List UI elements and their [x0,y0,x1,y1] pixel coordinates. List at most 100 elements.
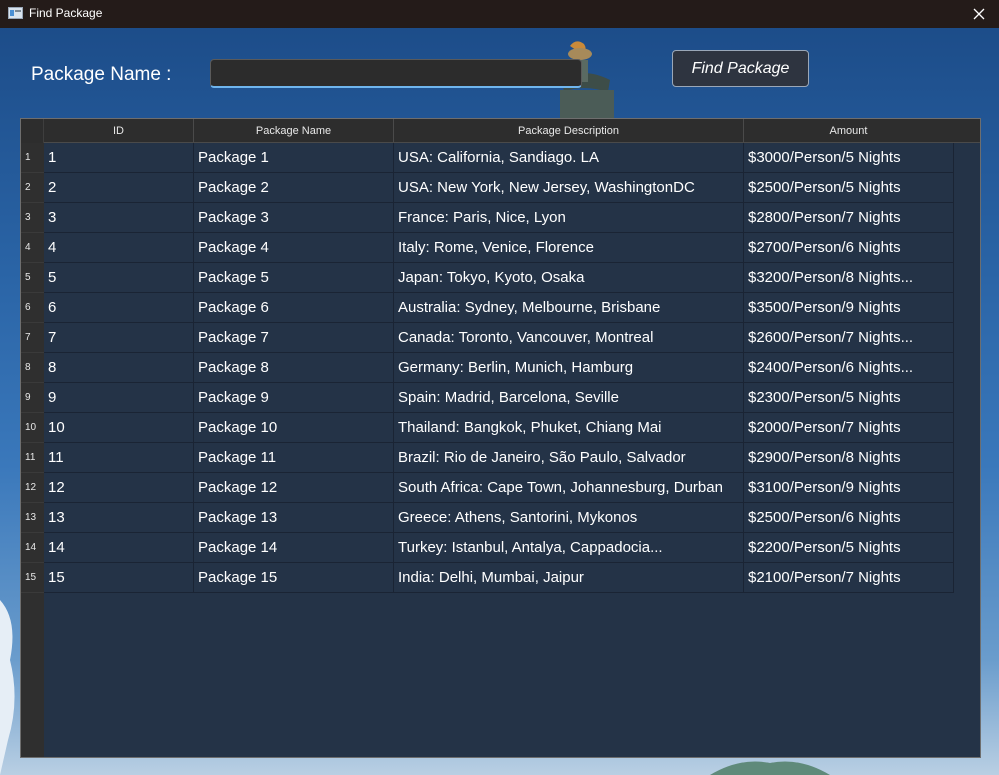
cell-id[interactable]: 6 [44,293,194,323]
cell-package-name[interactable]: Package 6 [194,293,394,323]
cell-amount[interactable]: $2100/Person/7 Nights [744,563,954,593]
row-number[interactable]: 3 [21,203,44,233]
table-row[interactable]: 13 13 Package 13 Greece: Athens, Santorini,… [21,503,980,533]
cell-id[interactable]: 10 [44,413,194,443]
cell-id[interactable]: 9 [44,383,194,413]
cell-package-description[interactable]: Australia: Sydney, Melbourne, Brisbane [394,293,744,323]
cell-package-description[interactable]: South Africa: Cape Town, Johannesburg, D… [394,473,744,503]
cell-package-description[interactable]: Japan: Tokyo, Kyoto, Osaka [394,263,744,293]
cell-amount[interactable]: $2500/Person/6 Nights [744,503,954,533]
cell-amount[interactable]: $2300/Person/5 Nights [744,383,954,413]
cell-id[interactable]: 1 [44,143,194,173]
table-row[interactable]: 10 10 Package 10 Thailand: Bangkok, Phuket,… [21,413,980,443]
row-number[interactable]: 13 [21,503,44,533]
cell-package-name[interactable]: Package 1 [194,143,394,173]
cell-id[interactable]: 15 [44,563,194,593]
cell-amount[interactable]: $2700/Person/6 Nights [744,233,954,263]
package-name-input[interactable] [210,59,582,88]
cell-package-description[interactable]: Thailand: Bangkok, Phuket, Chiang Mai [394,413,744,443]
cell-package-name[interactable]: Package 14 [194,533,394,563]
cell-amount[interactable]: $2600/Person/7 Nights... [744,323,954,353]
cell-id[interactable]: 8 [44,353,194,383]
row-number[interactable]: 8 [21,353,44,383]
cell-amount[interactable]: $2400/Person/6 Nights... [744,353,954,383]
cell-package-name[interactable]: Package 5 [194,263,394,293]
table-row[interactable]: 15 15 Package 15 India: Delhi, Mumbai, Jaip… [21,563,980,593]
cell-id[interactable]: 11 [44,443,194,473]
cell-id[interactable]: 7 [44,323,194,353]
cell-package-description[interactable]: Spain: Madrid, Barcelona, Seville [394,383,744,413]
row-number[interactable]: 9 [21,383,44,413]
cell-package-description[interactable]: India: Delhi, Mumbai, Jaipur [394,563,744,593]
cell-id[interactable]: 12 [44,473,194,503]
statue-base-decoration [710,761,830,775]
cell-package-description[interactable]: Turkey: Istanbul, Antalya, Cappadocia... [394,533,744,563]
table-row[interactable]: 12 12 Package 12 South Africa: Cape Town, J… [21,473,980,503]
cell-id[interactable]: 14 [44,533,194,563]
packages-table[interactable]: ID Package Name Package Description Amou… [20,118,981,758]
table-row[interactable]: 8 8 Package 8 Germany: Berlin, Munich, Hamb… [21,353,980,383]
cell-amount[interactable]: $2500/Person/5 Nights [744,173,954,203]
row-number[interactable]: 7 [21,323,44,353]
cell-package-name[interactable]: Package 8 [194,353,394,383]
cell-package-name[interactable]: Package 3 [194,203,394,233]
row-number[interactable]: 15 [21,563,44,593]
close-button[interactable] [959,0,999,28]
table-row[interactable]: 2 2 Package 2 USA: New York, New Jersey, Wa… [21,173,980,203]
row-number[interactable]: 4 [21,233,44,263]
table-row[interactable]: 5 5 Package 5 Japan: Tokyo, Kyoto, Osaka $32… [21,263,980,293]
cell-amount[interactable]: $2900/Person/8 Nights [744,443,954,473]
cell-amount[interactable]: $2200/Person/5 Nights [744,533,954,563]
cell-package-description[interactable]: USA: California, Sandiago. LA [394,143,744,173]
cell-amount[interactable]: $3000/Person/5 Nights [744,143,954,173]
cell-package-description[interactable]: Brazil: Rio de Janeiro, São Paulo, Salva… [394,443,744,473]
table-corner[interactable] [21,119,44,143]
row-number[interactable]: 11 [21,443,44,473]
table-row[interactable]: 1 1 Package 1 USA: California, Sandiago. LA… [21,143,980,173]
cell-package-name[interactable]: Package 13 [194,503,394,533]
cell-id[interactable]: 13 [44,503,194,533]
cell-amount[interactable]: $3200/Person/8 Nights... [744,263,954,293]
cell-amount[interactable]: $3500/Person/9 Nights [744,293,954,323]
row-number[interactable]: 1 [21,143,44,173]
column-header-amount[interactable]: Amount [744,119,953,143]
cell-package-description[interactable]: Canada: Toronto, Vancouver, Montreal [394,323,744,353]
column-header-id[interactable]: ID [44,119,194,143]
cell-package-name[interactable]: Package 9 [194,383,394,413]
cell-package-description[interactable]: France: Paris, Nice, Lyon [394,203,744,233]
table-row[interactable]: 7 7 Package 7 Canada: Toronto, Vancouver, M… [21,323,980,353]
table-row[interactable]: 6 6 Package 6 Australia: Sydney, Melbourne,… [21,293,980,323]
cell-id[interactable]: 3 [44,203,194,233]
cell-amount[interactable]: $2800/Person/7 Nights [744,203,954,233]
row-number[interactable]: 5 [21,263,44,293]
cell-package-description[interactable]: Italy: Rome, Venice, Florence [394,233,744,263]
cell-package-description[interactable]: Germany: Berlin, Munich, Hamburg [394,353,744,383]
row-number[interactable]: 2 [21,173,44,203]
cell-package-name[interactable]: Package 2 [194,173,394,203]
column-header-package-description[interactable]: Package Description [394,119,744,143]
cell-package-name[interactable]: Package 7 [194,323,394,353]
cell-package-name[interactable]: Package 4 [194,233,394,263]
cell-package-description[interactable]: USA: New York, New Jersey, WashingtonDC [394,173,744,203]
table-row[interactable]: 3 3 Package 3 France: Paris, Nice, Lyon $280… [21,203,980,233]
table-row[interactable]: 11 11 Package 11 Brazil: Rio de Janeiro, Sã… [21,443,980,473]
cell-package-description[interactable]: Greece: Athens, Santorini, Mykonos [394,503,744,533]
cell-package-name[interactable]: Package 10 [194,413,394,443]
cell-id[interactable]: 4 [44,233,194,263]
cell-package-name[interactable]: Package 11 [194,443,394,473]
cell-package-name[interactable]: Package 12 [194,473,394,503]
find-package-button[interactable]: Find Package [672,50,809,87]
row-number[interactable]: 14 [21,533,44,563]
cell-package-name[interactable]: Package 15 [194,563,394,593]
cell-id[interactable]: 5 [44,263,194,293]
row-number[interactable]: 12 [21,473,44,503]
column-header-package-name[interactable]: Package Name [194,119,394,143]
cell-id[interactable]: 2 [44,173,194,203]
row-number[interactable]: 6 [21,293,44,323]
cell-amount[interactable]: $2000/Person/7 Nights [744,413,954,443]
cell-amount[interactable]: $3100/Person/9 Nights [744,473,954,503]
row-number[interactable]: 10 [21,413,44,443]
table-row[interactable]: 4 4 Package 4 Italy: Rome, Venice, Florence… [21,233,980,263]
table-row[interactable]: 14 14 Package 14 Turkey: Istanbul, Antalya,… [21,533,980,563]
table-row[interactable]: 9 9 Package 9 Spain: Madrid, Barcelona, Sev… [21,383,980,413]
